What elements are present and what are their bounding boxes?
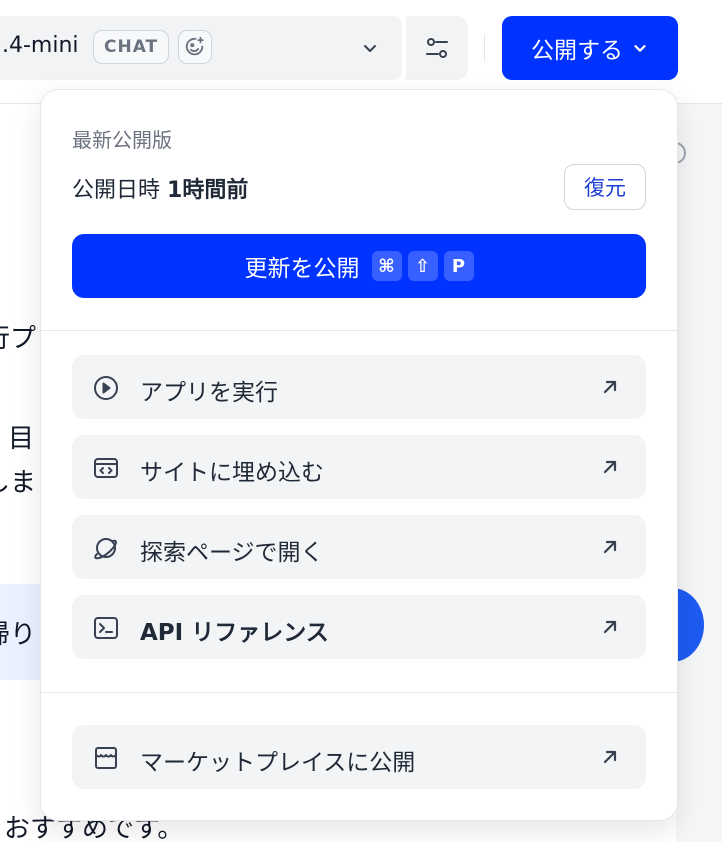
explore-page-label: 探索ページで開く (140, 540, 324, 566)
chevron-down-icon (634, 45, 646, 52)
storefront-icon (92, 744, 120, 772)
divider (41, 692, 679, 693)
section-label: 最新公開版 (72, 128, 172, 152)
right-panel-edge (676, 104, 722, 842)
api-reference-item[interactable]: API リファレンス (72, 595, 646, 659)
mode-badge: CHAT (93, 30, 170, 64)
publish-button[interactable]: 公開する (502, 16, 678, 80)
background-text: 行プ (0, 324, 37, 354)
vision-icon (178, 30, 212, 64)
arrow-up-right-icon (603, 750, 617, 764)
embed-site-item[interactable]: サイトに埋め込む (72, 435, 646, 499)
explore-page-item[interactable]: 探索ページで開く (72, 515, 646, 579)
marketplace-publish-label: マーケットプレイスに公開 (140, 750, 416, 776)
run-app-label: アプリを実行 (140, 380, 278, 406)
model-name: 5.4-mini (0, 33, 79, 58)
background-text: 目 (8, 424, 35, 454)
model-settings-button[interactable] (404, 16, 468, 80)
p-key: P (443, 251, 474, 281)
run-app-item[interactable]: アプリを実行 (72, 355, 646, 419)
publish-update-button[interactable]: 更新を公開 ⌘ ⇧ P (72, 234, 646, 298)
embed-code-icon (92, 454, 120, 482)
chevron-down-icon (364, 45, 376, 52)
arrow-up-right-icon (603, 620, 617, 634)
command-key-icon: ⌘ (371, 251, 402, 281)
arrow-up-right-icon (603, 380, 617, 394)
marketplace-publish-item[interactable]: マーケットプレイスに公開 (72, 725, 646, 789)
publish-dropdown: 最新公開版 公開日時 1時間前 復元 更新を公開 ⌘ ⇧ P アプリを実行 サイ… (40, 89, 679, 821)
embed-site-label: サイトに埋め込む (140, 460, 324, 486)
publish-update-label: 更新を公開 (244, 256, 360, 282)
divider (41, 330, 679, 331)
toolbar-divider (484, 34, 485, 62)
publish-button-label: 公開する (531, 38, 623, 64)
background-text: 帰り (0, 620, 37, 650)
published-time: 公開日時 1時間前 (72, 178, 249, 203)
sliders-icon (426, 38, 448, 58)
explore-planet-icon (92, 534, 120, 562)
restore-button[interactable]: 復元 (564, 164, 646, 210)
terminal-icon (92, 614, 120, 642)
model-selector[interactable]: 5.4-mini CHAT (0, 16, 402, 80)
arrow-up-right-icon (603, 460, 617, 474)
api-reference-label: API リファレンス (140, 620, 329, 646)
play-circle-icon (92, 374, 120, 402)
background-text: しま (0, 468, 37, 498)
shift-key-icon: ⇧ (407, 251, 438, 281)
arrow-up-right-icon (603, 540, 617, 554)
